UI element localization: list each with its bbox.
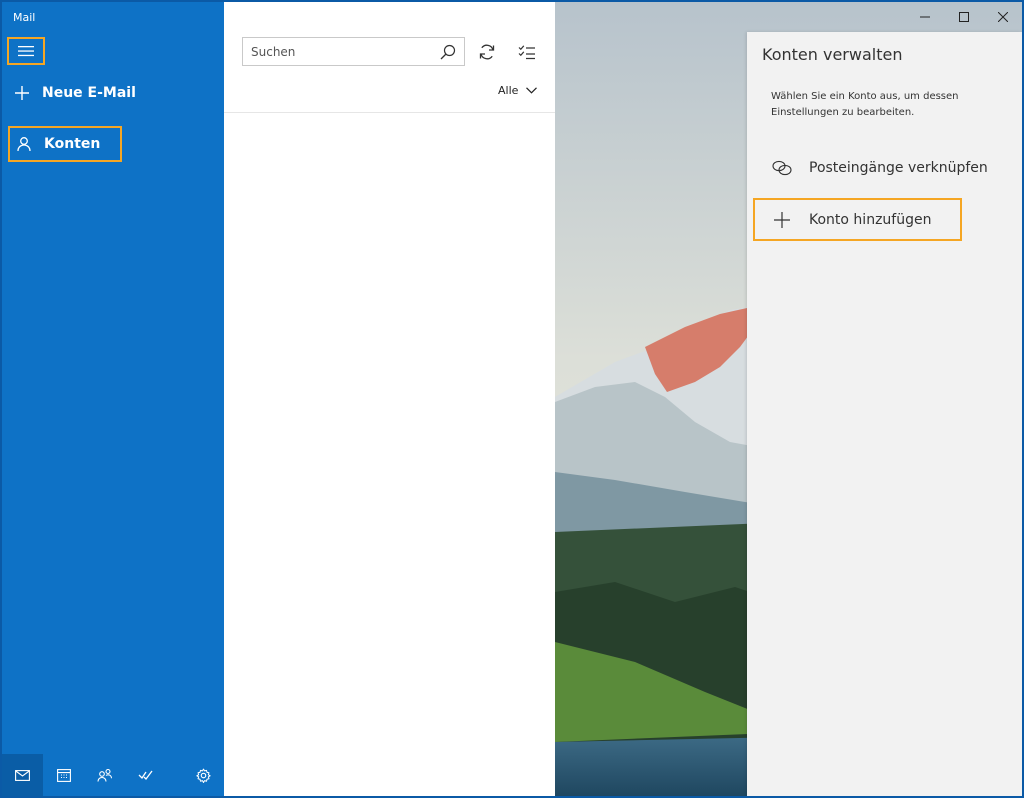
plus-icon xyxy=(8,85,36,101)
selection-mode-button[interactable] xyxy=(514,40,540,64)
plus-icon xyxy=(771,211,793,229)
sync-button[interactable] xyxy=(474,40,500,64)
link-inboxes-button[interactable]: Posteingänge verknüpfen xyxy=(771,160,988,176)
menu-button[interactable] xyxy=(7,37,45,65)
filter-dropdown[interactable]: Alle xyxy=(498,84,538,97)
close-button[interactable] xyxy=(983,2,1022,32)
window-caption-buttons xyxy=(905,2,1022,32)
todo-switch-button[interactable] xyxy=(125,754,166,796)
calendar-switch-button[interactable] xyxy=(43,754,84,796)
app-title: Mail xyxy=(13,11,36,24)
close-icon xyxy=(997,12,1008,22)
settings-button[interactable] xyxy=(183,754,224,796)
new-mail-label: Neue E-Mail xyxy=(42,85,136,101)
todo-icon xyxy=(138,770,153,780)
search-icon[interactable] xyxy=(440,44,456,60)
mail-window: Mail Neue E-Mail Konten Suchen Alle Kont… xyxy=(2,2,1022,796)
calendar-icon xyxy=(56,769,71,782)
search-input[interactable] xyxy=(251,44,440,59)
add-account-button[interactable]: Konto hinzufügen xyxy=(753,198,962,241)
list-divider xyxy=(224,112,555,113)
checklist-icon xyxy=(518,45,535,60)
accounts-button[interactable]: Konten xyxy=(8,126,122,162)
bottom-spacer xyxy=(166,754,183,796)
accounts-label: Konten xyxy=(44,136,101,152)
link-inboxes-label: Posteingänge verknüpfen xyxy=(809,160,988,176)
chevron-down-icon xyxy=(526,87,538,94)
people-icon xyxy=(96,768,112,782)
link-icon xyxy=(771,160,793,176)
people-switch-button[interactable] xyxy=(84,754,125,796)
manage-accounts-flyout: Konten verwalten Wählen Sie ein Konto au… xyxy=(747,32,1022,796)
navigation-pane: Mail Neue E-Mail Konten xyxy=(2,2,224,796)
person-icon xyxy=(10,136,38,152)
hamburger-icon xyxy=(18,46,34,57)
sync-icon xyxy=(479,44,495,60)
minimize-icon xyxy=(919,16,930,18)
settings-icon xyxy=(196,768,211,783)
search-box xyxy=(242,37,465,66)
maximize-icon xyxy=(958,12,969,22)
maximize-button[interactable] xyxy=(944,2,983,32)
flyout-description: Wählen Sie ein Konto aus, um dessen Eins… xyxy=(771,91,959,118)
filter-label: Alle xyxy=(498,84,519,97)
message-list-pane: Alle xyxy=(224,2,555,796)
nav-bottom-bar xyxy=(2,754,224,796)
new-mail-button[interactable]: Neue E-Mail xyxy=(8,75,218,111)
mail-switch-button[interactable] xyxy=(2,754,43,796)
minimize-button[interactable] xyxy=(905,2,944,32)
add-account-label: Konto hinzufügen xyxy=(809,211,932,228)
mail-icon xyxy=(15,769,30,781)
flyout-title: Konten verwalten xyxy=(762,45,903,64)
